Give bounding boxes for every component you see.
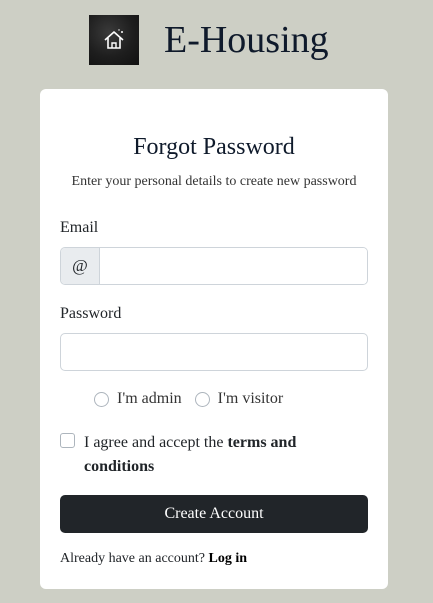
radio-admin[interactable]: I'm admin	[94, 389, 182, 409]
at-sign-addon: @	[61, 248, 100, 284]
create-account-button[interactable]: Create Account	[60, 495, 368, 533]
terms-text: I agree and accept the terms and conditi…	[84, 431, 334, 479]
password-label: Password	[60, 305, 122, 322]
email-input-group: @	[60, 247, 368, 285]
radio-visitor-label: I'm visitor	[217, 390, 284, 407]
forgot-password-card: Forgot Password Enter your personal deta…	[40, 89, 388, 589]
brand-header: E-Housing	[0, 0, 433, 80]
email-field[interactable]	[100, 248, 367, 284]
page-title: Forgot Password	[133, 134, 295, 160]
house-icon	[101, 27, 127, 53]
password-field[interactable]	[60, 333, 368, 371]
login-prompt-text: Already have an account?	[60, 551, 209, 566]
radio-visitor-circle[interactable]	[194, 391, 210, 407]
role-radio-group: I'm admin I'm visitor	[94, 389, 296, 409]
radio-admin-label: I'm admin	[117, 390, 182, 407]
page-subtitle: Enter your personal details to create ne…	[71, 174, 357, 189]
brand-title: E-Housing	[164, 19, 329, 61]
login-link[interactable]: Log in	[208, 551, 247, 566]
logo	[89, 15, 139, 65]
login-prompt: Already have an account? Log in	[60, 550, 247, 568]
terms-checkbox[interactable]	[60, 433, 75, 448]
email-label: Email	[60, 219, 99, 236]
radio-visitor[interactable]: I'm visitor	[194, 389, 284, 409]
radio-admin-circle[interactable]	[94, 391, 109, 407]
terms-prefix: I agree and accept the	[84, 434, 228, 451]
